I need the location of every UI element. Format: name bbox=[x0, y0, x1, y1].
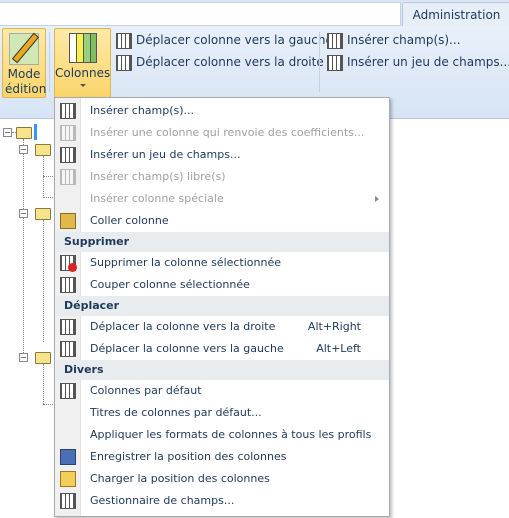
folder-icon bbox=[16, 127, 32, 139]
insert-fields-button[interactable]: Insérer champ(s)... bbox=[327, 30, 461, 50]
menu-item-load-position[interactable]: Charger la position des colonnes bbox=[55, 468, 389, 490]
default-columns-icon bbox=[60, 383, 76, 399]
menu-item-label: Enregistrer la position des colonnes bbox=[90, 450, 287, 463]
folder-icon bbox=[35, 352, 51, 364]
menu-item-label: Insérer champ(s)... bbox=[90, 104, 195, 117]
menu-item-insert-special-column: Insérer colonne spéciale bbox=[55, 188, 389, 210]
menu-item-label: Déplacer la colonne vers la gauche bbox=[90, 342, 284, 355]
menu-item-insert-free-fields: Insérer champ(s) libre(s) bbox=[55, 166, 389, 188]
columns-icon bbox=[68, 33, 97, 63]
submenu-arrow-icon bbox=[375, 196, 379, 202]
shortcut: Alt+Right bbox=[307, 320, 361, 333]
menu-item-label: Appliquer les formats de colonnes à tous… bbox=[90, 428, 372, 441]
collapse-toggle[interactable]: − bbox=[19, 353, 28, 362]
section-header-deplacer: Déplacer bbox=[56, 296, 389, 316]
folder-icon bbox=[35, 208, 51, 220]
mode-edition-label: Mode édition bbox=[5, 67, 47, 96]
menu-item-move-right[interactable]: Déplacer la colonne vers la droite Alt+Ri… bbox=[55, 316, 389, 338]
tab-bar: Administration bbox=[0, 0, 509, 27]
move-right-label: Déplacer colonne vers la droite bbox=[136, 55, 324, 69]
coefficient-icon bbox=[60, 125, 76, 141]
menu-item-cut-column[interactable]: Couper colonne sélectionnée bbox=[55, 274, 389, 296]
menu-item-default-titles[interactable]: Titres de colonnes par défaut... bbox=[55, 402, 389, 424]
menu-item-insert-fields[interactable]: Insérer champ(s)... bbox=[55, 100, 389, 122]
menu-item-label: Déplacer la colonne vers la droite bbox=[90, 320, 276, 333]
menu-item-default-columns[interactable]: Colonnes par défaut bbox=[55, 380, 389, 402]
insert-field-icon bbox=[60, 103, 76, 119]
move-right-icon bbox=[116, 54, 132, 71]
field-manager-icon bbox=[60, 493, 76, 509]
pencil-icon bbox=[9, 32, 40, 65]
insert-fieldset-button[interactable]: Insérer un jeu de champs... bbox=[327, 52, 509, 72]
section-header-divers: Divers bbox=[56, 360, 389, 380]
colonnes-dropdown-menu: Insérer champ(s)... Insérer une colonne … bbox=[54, 97, 390, 517]
tab-strip bbox=[0, 2, 401, 26]
menu-item-paste-column[interactable]: Coller colonne bbox=[55, 210, 389, 232]
menu-item-label: Gestionnaire de champs... bbox=[90, 494, 235, 507]
collapse-toggle[interactable]: − bbox=[3, 128, 12, 137]
move-right-icon bbox=[60, 319, 76, 335]
menu-item-label: Coller colonne bbox=[90, 214, 169, 227]
free-field-icon bbox=[60, 169, 76, 185]
load-icon bbox=[60, 471, 76, 487]
move-left-label: Déplacer colonne vers la gauche bbox=[136, 33, 333, 47]
separator bbox=[49, 32, 50, 92]
insert-fields-label: Insérer champ(s)... bbox=[347, 33, 461, 47]
menu-item-field-manager[interactable]: Gestionnaire de champs... bbox=[55, 490, 389, 512]
move-column-right-button[interactable]: Déplacer colonne vers la droite bbox=[116, 52, 324, 72]
move-left-icon bbox=[60, 341, 76, 357]
separator bbox=[319, 32, 320, 92]
insert-fieldset-icon bbox=[60, 147, 76, 163]
tree-line bbox=[43, 156, 44, 198]
menu-item-label: Titres de colonnes par défaut... bbox=[90, 406, 262, 419]
menu-item-label: Couper colonne sélectionnée bbox=[90, 278, 250, 291]
menu-item-insert-fieldset[interactable]: Insérer un jeu de champs... bbox=[55, 144, 389, 166]
menu-item-move-left[interactable]: Déplacer la colonne vers la gauche Alt+Le… bbox=[55, 338, 389, 360]
delete-column-icon bbox=[60, 255, 77, 272]
tree-line bbox=[23, 139, 24, 357]
colonnes-label: Colonnes bbox=[55, 66, 111, 80]
folder-icon bbox=[35, 144, 51, 156]
menu-item-apply-formats[interactable]: Appliquer les formats de colonnes à tous… bbox=[55, 424, 389, 446]
mode-edition-button[interactable]: Mode édition bbox=[2, 28, 46, 98]
collapse-toggle[interactable]: − bbox=[19, 145, 28, 154]
insert-fieldset-icon bbox=[327, 54, 343, 71]
paste-icon bbox=[60, 213, 76, 229]
tree-line bbox=[43, 220, 44, 342]
section-header-supprimer: Supprimer bbox=[56, 232, 389, 252]
menu-item-label: Insérer une colonne qui renvoie des coef… bbox=[90, 126, 365, 139]
menu-item-label: Colonnes par défaut bbox=[90, 384, 202, 397]
tree-line bbox=[43, 364, 44, 404]
insert-fieldset-label: Insérer un jeu de champs... bbox=[347, 55, 509, 69]
menu-item-label: Insérer un jeu de champs... bbox=[90, 148, 241, 161]
tab-administration[interactable]: Administration bbox=[402, 2, 509, 27]
menu-item-label: Insérer colonne spéciale bbox=[90, 192, 224, 205]
collapse-toggle[interactable]: − bbox=[19, 209, 28, 218]
dropdown-arrow-icon bbox=[79, 84, 86, 87]
move-column-left-button[interactable]: Déplacer colonne vers la gauche bbox=[116, 30, 333, 50]
menu-item-insert-coefficient-column: Insérer une colonne qui renvoie des coef… bbox=[55, 122, 389, 144]
menu-item-delete-column[interactable]: Supprimer la colonne sélectionnée bbox=[55, 252, 389, 274]
menu-item-label: Charger la position des colonnes bbox=[90, 472, 270, 485]
menu-item-label: Insérer champ(s) libre(s) bbox=[90, 170, 226, 183]
menu-item-label: Supprimer la colonne sélectionnée bbox=[90, 256, 282, 269]
insert-field-icon bbox=[327, 32, 343, 49]
menu-item-save-position[interactable]: Enregistrer la position des colonnes bbox=[55, 446, 389, 468]
selection-caret bbox=[34, 124, 37, 140]
colonnes-button[interactable]: Colonnes bbox=[54, 28, 111, 98]
cut-icon bbox=[60, 277, 76, 293]
shortcut: Alt+Left bbox=[316, 342, 361, 355]
save-icon bbox=[60, 449, 76, 465]
move-left-icon bbox=[116, 32, 132, 49]
